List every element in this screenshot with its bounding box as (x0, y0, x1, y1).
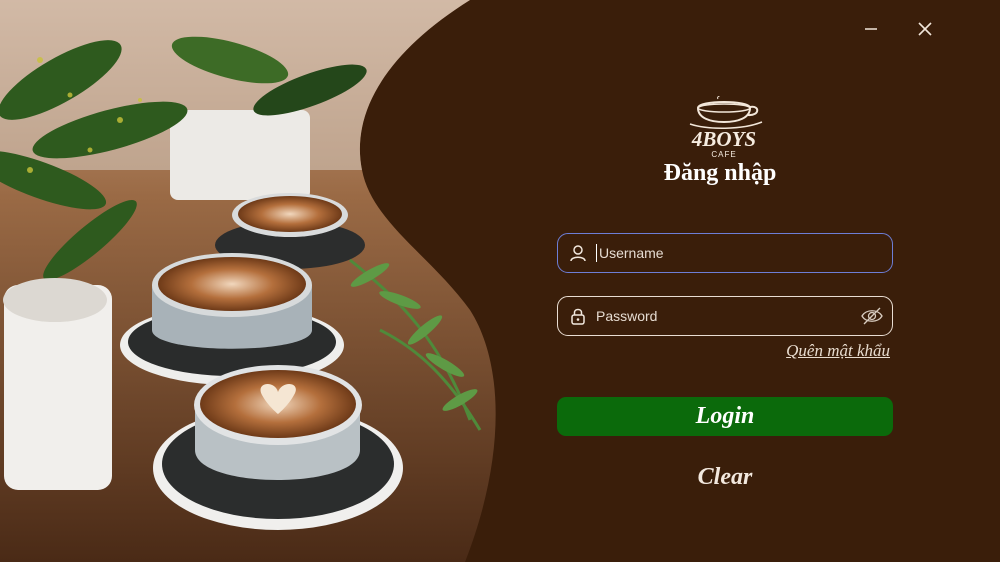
minimize-icon (865, 28, 877, 30)
login-window: 4BOYS CAFE Đăng nhập Quên mật khẩu Login… (0, 0, 1000, 562)
page-title: Đăng nhập (663, 160, 777, 186)
forgot-password-link[interactable]: Quên mật khẩu (700, 341, 890, 361)
password-field[interactable] (557, 296, 893, 336)
show-password-icon[interactable] (852, 306, 892, 326)
close-button[interactable] (908, 12, 942, 46)
minimize-button[interactable] (854, 12, 888, 46)
login-button[interactable]: Login (557, 397, 893, 436)
cafe-logo: 4BOYS CAFE (689, 96, 763, 159)
svg-text:CAFE: CAFE (711, 150, 736, 159)
svg-text:4BOYS: 4BOYS (691, 127, 756, 151)
username-input[interactable] (596, 244, 892, 262)
close-icon (918, 22, 932, 36)
password-input[interactable] (596, 297, 852, 335)
username-field[interactable] (557, 233, 893, 273)
user-icon (560, 244, 596, 262)
lock-icon (560, 307, 596, 325)
clear-button[interactable]: Clear (557, 460, 893, 494)
